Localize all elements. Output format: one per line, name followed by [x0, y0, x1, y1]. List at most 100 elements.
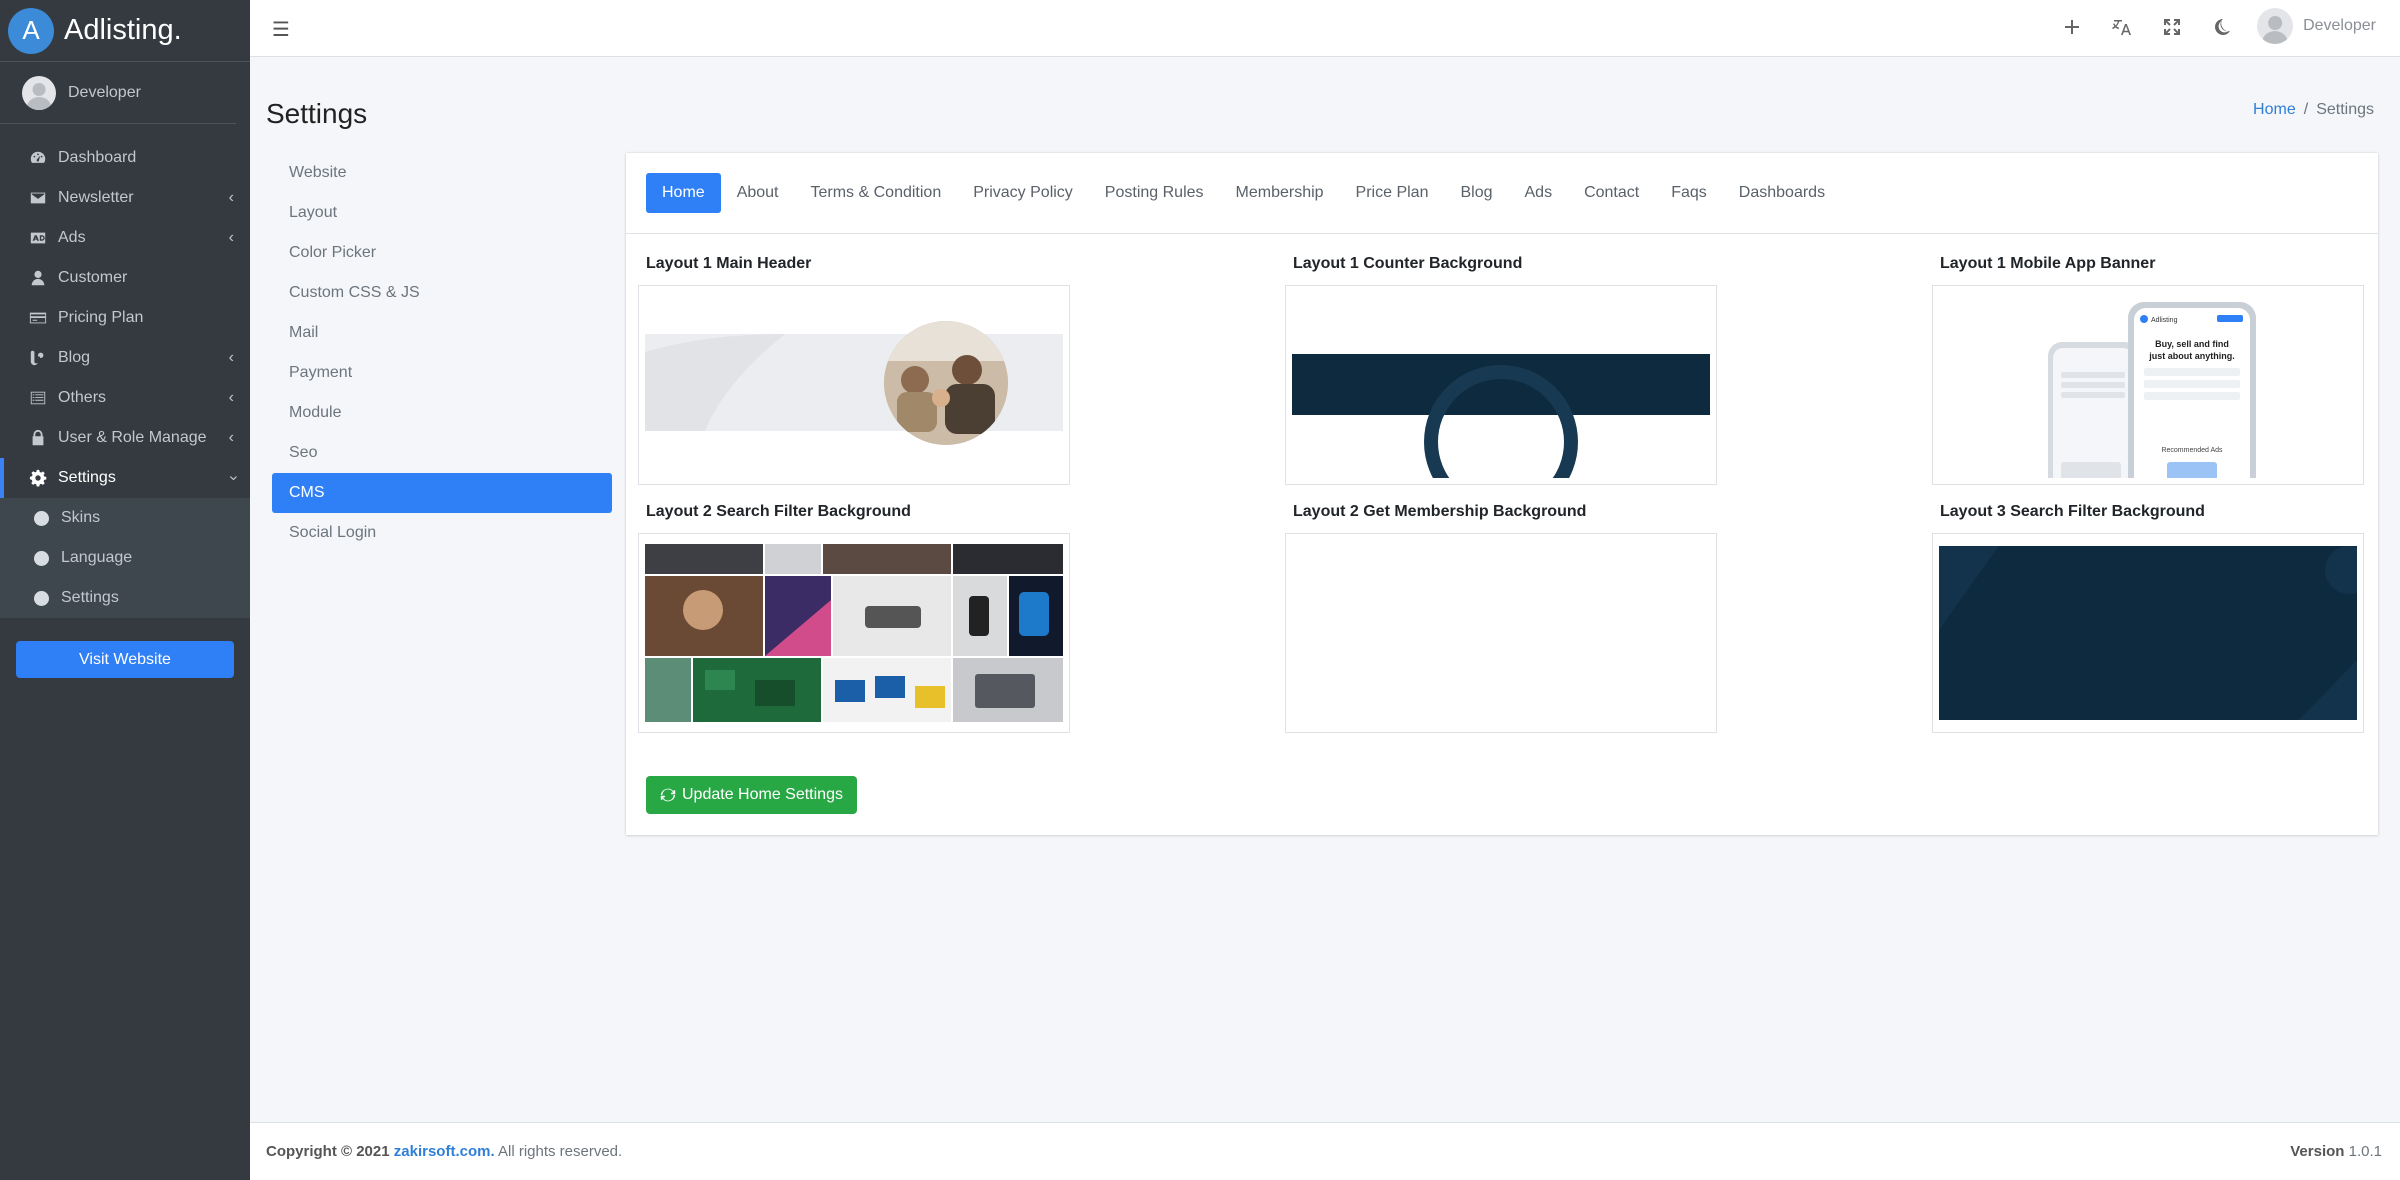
hamburger-menu-icon[interactable]: ☰	[272, 17, 290, 42]
settings-menu-item-website[interactable]: Website	[272, 153, 612, 193]
settings-menu-item-social-login[interactable]: Social Login	[272, 513, 612, 553]
image-upload-l1-mobile-banner[interactable]: Adlisting Buy, sell and find just about …	[1932, 285, 2364, 485]
image-upload-l2-search-bg[interactable]	[638, 533, 1070, 733]
settings-menu-item-custom-css-js[interactable]: Custom CSS & JS	[272, 273, 612, 313]
image-field-l1-mobile-banner: Layout 1 Mobile App Banner Adlisting Buy…	[1932, 255, 2364, 485]
chevron-left-icon: ‹	[228, 229, 234, 246]
tab-contact[interactable]: Contact	[1568, 173, 1655, 213]
image-upload-l1-main-header[interactable]	[638, 285, 1070, 485]
sidebar-item-others[interactable]: Others ‹	[0, 378, 250, 418]
circle-icon	[34, 590, 49, 606]
sidebar-user-panel[interactable]: Developer	[0, 62, 236, 124]
search-filter-collage-image	[645, 544, 1063, 722]
brand-name: Adlisting.	[64, 14, 182, 46]
mobile-section-label: Recommended Ads	[2161, 447, 2223, 454]
footer-version-label: Version	[2290, 1143, 2345, 1160]
counter-background-image	[1292, 354, 1710, 484]
sidebar-item-user-role-manage[interactable]: User & Role Manage ‹	[0, 418, 250, 458]
image-upload-l3-search-bg[interactable]	[1932, 533, 2364, 733]
credit-card-icon	[28, 309, 48, 327]
sidebar-subitem-label: Language	[61, 549, 133, 566]
sidebar-item-customer[interactable]: Customer	[0, 258, 250, 298]
gear-icon	[28, 469, 48, 487]
footer: Copyright © 2021 zakirsoft.com. All righ…	[250, 1122, 2400, 1180]
sidebar-item-label: Ads	[58, 229, 86, 246]
tab-home[interactable]: Home	[646, 173, 721, 213]
moon-icon[interactable]	[2210, 15, 2234, 39]
layout3-search-background-image	[1939, 546, 2363, 720]
footer-copyright: Copyright © 2021 zakirsoft.com. All righ…	[266, 1143, 622, 1160]
tab-ads[interactable]: Ads	[1509, 173, 1569, 213]
tab-privacy-policy[interactable]: Privacy Policy	[957, 173, 1089, 213]
mobile-headline-2: just about anything.	[2148, 351, 2235, 361]
sidebar-subitem-label: Settings	[61, 589, 119, 606]
plus-icon[interactable]	[2060, 15, 2084, 39]
settings-menu-item-seo[interactable]: Seo	[272, 433, 612, 473]
sidebar-nav: Dashboard Newsletter ‹ Ads ‹ Customer Pr…	[0, 138, 250, 618]
settings-menu-item-module[interactable]: Module	[272, 393, 612, 433]
tab-dashboards[interactable]: Dashboards	[1723, 173, 1841, 213]
translate-icon[interactable]	[2110, 15, 2134, 39]
tab-terms-condition[interactable]: Terms & Condition	[795, 173, 958, 213]
topbar-user-menu[interactable]: Developer	[2257, 8, 2376, 44]
image-upload-l2-membership-bg[interactable]	[1285, 533, 1717, 733]
ad-icon	[28, 229, 48, 247]
chevron-left-icon: ‹	[228, 429, 234, 446]
tab-about[interactable]: About	[721, 173, 795, 213]
sidebar-item-label: Newsletter	[58, 189, 134, 206]
avatar	[2257, 8, 2294, 44]
image-field-l1-main-header: Layout 1 Main Header	[638, 255, 1070, 485]
tab-posting-rules[interactable]: Posting Rules	[1089, 173, 1220, 213]
sidebar-item-newsletter[interactable]: Newsletter ‹	[0, 178, 250, 218]
brand-logo: A	[8, 7, 54, 54]
settings-menu-item-mail[interactable]: Mail	[272, 313, 612, 353]
tab-membership[interactable]: Membership	[1220, 173, 1340, 213]
tab-blog[interactable]: Blog	[1444, 173, 1508, 213]
chevron-left-icon: ‹	[228, 349, 234, 366]
sidebar-item-dashboard[interactable]: Dashboard	[0, 138, 250, 178]
main-header-image	[645, 321, 1063, 445]
sidebar-subitem-language[interactable]: Language	[0, 538, 250, 578]
footer-rights: All rights reserved.	[497, 1143, 623, 1160]
sidebar-item-blog[interactable]: Blog ‹	[0, 338, 250, 378]
sidebar-item-settings[interactable]: Settings ‹	[0, 458, 250, 498]
brand[interactable]: A Adlisting.	[0, 0, 250, 62]
mobile-app-banner-image: Adlisting Buy, sell and find just about …	[2048, 302, 2256, 484]
sidebar-subitem-label: Skins	[61, 509, 101, 526]
image-upload-l1-counter-bg[interactable]	[1285, 285, 1717, 485]
sidebar-item-pricing-plan[interactable]: Pricing Plan	[0, 298, 250, 338]
update-home-settings-button[interactable]: Update Home Settings	[646, 776, 857, 814]
sidebar-subitem-settings[interactable]: Settings	[0, 578, 250, 618]
settings-menu-item-cms[interactable]: CMS	[272, 473, 612, 513]
image-field-l3-search-bg: Layout 3 Search Filter Background	[1932, 503, 2364, 733]
sidebar-item-label: User & Role Manage	[58, 429, 207, 446]
fullscreen-icon[interactable]	[2160, 15, 2184, 39]
breadcrumb-home-link[interactable]: Home	[2253, 101, 2296, 119]
list-icon	[28, 389, 48, 407]
settings-menu-item-layout[interactable]: Layout	[272, 193, 612, 233]
image-field-label: Layout 2 Get Membership Background	[1293, 503, 1587, 520]
settings-menu-item-color-picker[interactable]: Color Picker	[272, 233, 612, 273]
lock-icon	[28, 429, 48, 447]
settings-menu-item-payment[interactable]: Payment	[272, 353, 612, 393]
breadcrumb-current: Settings	[2316, 101, 2374, 118]
user-icon	[28, 269, 48, 287]
tab-faqs[interactable]: Faqs	[1655, 173, 1723, 213]
image-field-label: Layout 1 Main Header	[646, 255, 812, 272]
sidebar-item-label: Settings	[58, 469, 116, 486]
sidebar-item-ads[interactable]: Ads ‹	[0, 218, 250, 258]
chevron-down-icon: ‹	[224, 475, 242, 481]
image-field-l1-counter-bg: Layout 1 Counter Background	[1285, 255, 1717, 485]
footer-site-link[interactable]: zakirsoft.com.	[394, 1143, 495, 1160]
sidebar-item-label: Pricing Plan	[58, 309, 144, 326]
visit-website-button[interactable]: Visit Website	[16, 641, 234, 678]
topbar: ☰ Developer	[250, 0, 2400, 57]
circle-icon	[34, 510, 49, 526]
update-home-settings-label: Update Home Settings	[682, 786, 843, 803]
footer-version: Version 1.0.1	[2290, 1143, 2382, 1160]
image-field-l2-search-bg: Layout 2 Search Filter Background	[638, 503, 1070, 733]
sidebar-subitem-skins[interactable]: Skins	[0, 498, 250, 538]
envelope-icon	[28, 189, 48, 207]
image-field-label: Layout 1 Mobile App Banner	[1940, 255, 2156, 272]
tab-price-plan[interactable]: Price Plan	[1340, 173, 1445, 213]
